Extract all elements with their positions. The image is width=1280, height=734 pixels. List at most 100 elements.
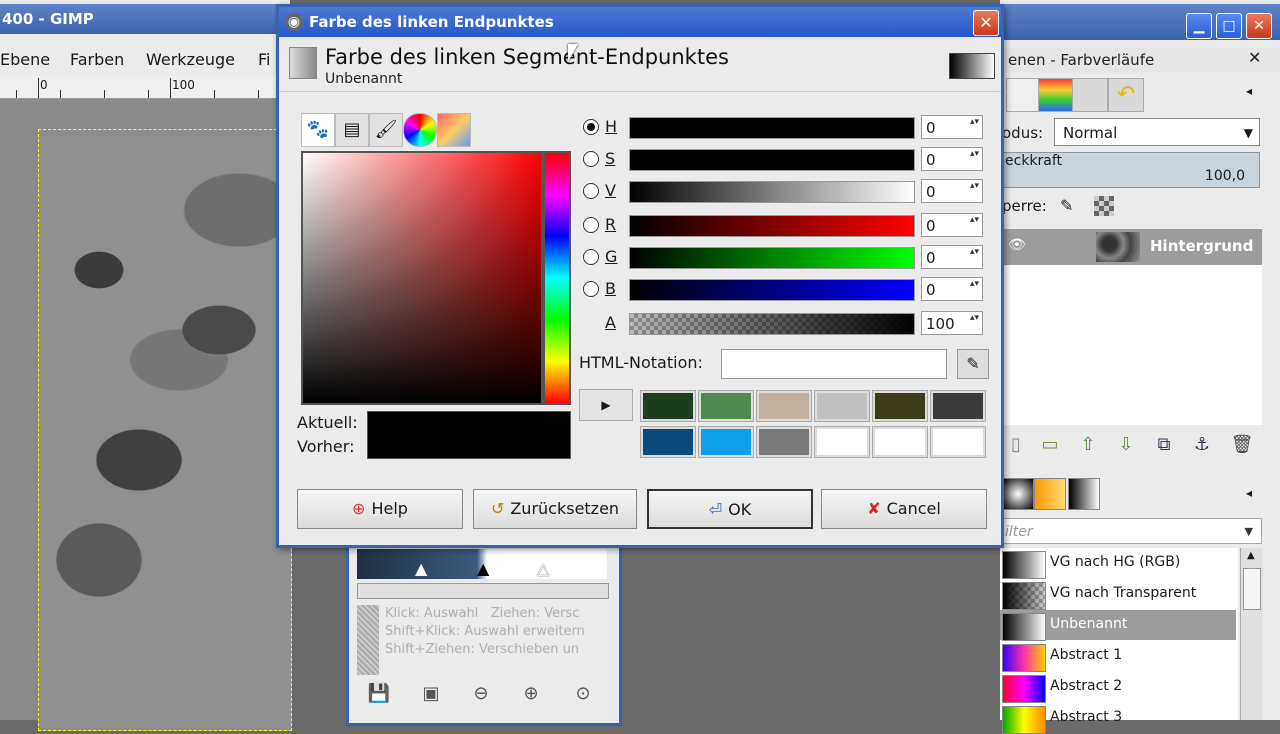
close-icon[interactable]: ✕ <box>1246 13 1272 39</box>
channel-s-slider[interactable] <box>629 149 915 171</box>
eye-icon[interactable]: 👁 <box>1008 237 1026 253</box>
stop-marker-icon[interactable]: ▲ <box>477 559 489 578</box>
zoom-out-icon[interactable]: ⊖ <box>469 683 493 707</box>
opacity-slider[interactable]: eckkraft 100,0 <box>1000 152 1260 188</box>
history-swatch[interactable] <box>698 390 754 422</box>
mode-select[interactable]: Normal ▼ <box>1054 118 1260 146</box>
history-swatch[interactable] <box>640 390 696 422</box>
channels-tab-icon[interactable] <box>1006 78 1042 112</box>
stop-marker-icon[interactable]: △ <box>537 559 549 578</box>
gradient-scrollbar[interactable]: ▲ <box>1240 548 1263 720</box>
channel-v-radio[interactable] <box>583 183 599 199</box>
cmyk-selector-tab-icon[interactable]: ▤ <box>335 113 369 147</box>
history-swatch[interactable] <box>640 426 696 458</box>
channel-s-spin[interactable]: 0 <box>921 147 983 171</box>
history-swatch[interactable] <box>930 390 986 422</box>
color-picker-icon[interactable]: ✎ <box>957 349 989 379</box>
history-swatch[interactable] <box>756 390 812 422</box>
channel-h-slider[interactable] <box>629 117 915 139</box>
reset-button[interactable]: ↺ Zurücksetzen <box>473 489 637 529</box>
gradient-item-selected[interactable]: Unbenannt <box>1000 610 1236 641</box>
menu-farben[interactable]: Farben <box>70 50 124 69</box>
cancel-button[interactable]: ✘ Cancel <box>821 489 987 529</box>
new-layer-icon[interactable]: ▯ <box>1004 434 1028 456</box>
patterns-tab-icon[interactable] <box>1034 478 1066 510</box>
close-icon[interactable]: ✕ <box>973 10 999 36</box>
color-square[interactable] <box>301 151 543 405</box>
watercolor-selector-tab-icon[interactable]: 🖌 <box>369 113 403 147</box>
image-canvas[interactable] <box>38 129 292 731</box>
maximize-icon[interactable]: □ <box>1216 13 1242 39</box>
new-group-icon[interactable]: ▭ <box>1038 434 1062 456</box>
channel-r-radio[interactable] <box>583 217 599 233</box>
gradient-hscrollbar[interactable] <box>357 583 609 599</box>
duplicate-layer-icon[interactable]: ⧉ <box>1152 434 1176 456</box>
history-swatch[interactable] <box>698 426 754 458</box>
raise-layer-icon[interactable]: ⇧ <box>1076 434 1100 456</box>
undo-tab-icon[interactable]: ↶ <box>1108 78 1144 112</box>
anchor-layer-icon[interactable]: ⚓ <box>1190 434 1214 456</box>
wheel-selector-tab-icon[interactable] <box>403 113 437 147</box>
channel-s-radio[interactable] <box>583 151 599 167</box>
channel-g-spin[interactable]: 0 <box>921 245 983 269</box>
channel-g-radio[interactable] <box>583 249 599 265</box>
filter-dropdown-icon[interactable]: ▼ <box>1245 519 1253 545</box>
lock-pixels-icon[interactable]: ✎ <box>1060 196 1073 215</box>
history-swatch[interactable] <box>756 426 812 458</box>
save-icon[interactable]: 💾 <box>367 683 391 707</box>
channel-g-slider[interactable] <box>629 247 915 269</box>
channel-v-slider[interactable] <box>629 181 915 203</box>
channel-v-spin[interactable]: 0 <box>921 179 983 203</box>
history-swatch[interactable] <box>814 426 870 458</box>
tab-menu-icon[interactable]: ◂ <box>1246 84 1252 98</box>
gradient-item[interactable]: VG nach Transparent <box>1000 579 1236 610</box>
brushes-tab-icon[interactable] <box>1002 478 1034 510</box>
history-swatch[interactable] <box>872 390 928 422</box>
history-swatch[interactable] <box>872 426 928 458</box>
menu-ebene[interactable]: Ebene <box>0 50 50 69</box>
gradient-filter-input[interactable]: ilter ▼ <box>1000 518 1262 544</box>
scroll-up-icon[interactable]: ▲ <box>1247 550 1255 561</box>
dialog-titlebar[interactable]: ◉ Farbe des linken Endpunktes ✕ <box>279 7 1001 37</box>
gimp-selector-tab-icon[interactable]: 🐾 <box>301 113 335 147</box>
history-arrow-button[interactable]: ▶ <box>579 389 633 421</box>
zoom-in-icon[interactable]: ⊕ <box>519 683 543 707</box>
channel-b-slider[interactable] <box>629 279 915 301</box>
help-button[interactable]: ⊕ Help <box>297 489 463 529</box>
minimize-icon[interactable]: ▁ <box>1186 13 1212 39</box>
tab-menu-icon-2[interactable]: ◂ <box>1246 486 1252 500</box>
channel-r-slider[interactable] <box>629 215 915 237</box>
gradients-tab-icon[interactable] <box>1068 478 1100 510</box>
zoom-fit-icon[interactable]: ⊙ <box>571 683 595 707</box>
ok-button[interactable]: ⏎ OK <box>647 489 813 529</box>
history-swatch[interactable] <box>930 426 986 458</box>
palette-selector-tab-icon[interactable] <box>437 113 471 147</box>
gradient-item[interactable]: Abstract 1 <box>1000 641 1236 672</box>
channel-a-spin[interactable]: 100 <box>921 311 983 335</box>
lower-layer-icon[interactable]: ⇩ <box>1114 434 1138 456</box>
gradient-item[interactable]: VG nach HG (RGB) <box>1000 548 1236 579</box>
stop-marker-icon[interactable]: ▲ <box>415 559 427 578</box>
help-label: Help <box>371 499 408 518</box>
lock-alpha-icon[interactable] <box>1094 196 1114 216</box>
channel-b-radio[interactable] <box>583 281 599 297</box>
layer-row[interactable]: 👁 Hintergrund <box>1000 229 1262 265</box>
scroll-thumb[interactable] <box>1243 568 1261 610</box>
gradient-item[interactable]: Abstract 3 <box>1000 703 1236 734</box>
path-tool-tab-icon[interactable] <box>1072 78 1108 112</box>
history-swatch[interactable] <box>814 390 870 422</box>
revert-icon[interactable]: ▣ <box>419 683 443 707</box>
channel-a-slider[interactable] <box>629 313 915 335</box>
channel-b-spin[interactable]: 0 <box>921 277 983 301</box>
delete-layer-icon[interactable]: 🗑 <box>1230 434 1254 456</box>
menu-werkzeuge[interactable]: Werkzeuge <box>146 50 235 69</box>
gradient-item[interactable]: Abstract 2 <box>1000 672 1236 703</box>
channel-r-spin[interactable]: 0 <box>921 213 983 237</box>
channel-h-spin[interactable]: 0 <box>921 115 983 139</box>
menu-filter[interactable]: Fi <box>258 50 270 69</box>
html-notation-input[interactable] <box>721 349 947 379</box>
paths-tab-icon[interactable] <box>1038 78 1074 112</box>
hue-strip[interactable] <box>543 151 571 405</box>
channel-h-radio[interactable] <box>583 119 599 135</box>
close-tab-icon[interactable]: ✕ <box>1248 48 1261 67</box>
